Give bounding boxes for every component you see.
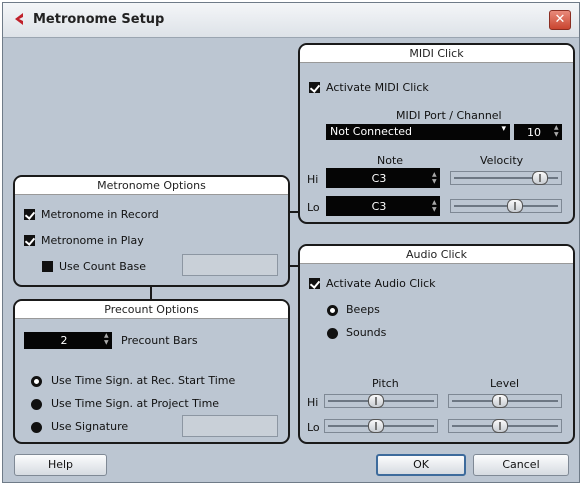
slider-thumb[interactable] xyxy=(507,199,523,213)
precount-bars-value: 2 xyxy=(60,334,68,347)
midi-click-panel: MIDI Click Activate MIDI Click MIDI Port… xyxy=(298,43,575,224)
hi-velocity-slider[interactable] xyxy=(450,171,562,185)
lo-note-value: C3 xyxy=(371,199,387,213)
connector-line xyxy=(290,211,300,213)
title-bar[interactable]: Metronome Setup ✕ xyxy=(3,3,579,38)
precount-bars-stepper[interactable]: 2 ▲ ▼ xyxy=(24,332,112,349)
audio-click-panel: Audio Click Activate Audio Click Beeps S… xyxy=(298,244,575,444)
activate-audio-click-checkbox[interactable] xyxy=(309,278,320,289)
metronome-in-play-checkbox[interactable] xyxy=(24,235,35,246)
metronome-in-record-checkbox[interactable] xyxy=(24,209,35,220)
midi-channel-value: 10 xyxy=(527,125,541,139)
cancel-button[interactable]: Cancel xyxy=(473,454,569,476)
help-button[interactable]: Help xyxy=(14,454,107,476)
activate-midi-click-label: Activate MIDI Click xyxy=(326,81,429,94)
midi-lo-label: Lo xyxy=(307,201,320,214)
audio-hi-label: Hi xyxy=(307,396,319,409)
precount-options-header: Precount Options xyxy=(15,301,288,319)
metronome-options-panel: Metronome Options Metronome in Record Me… xyxy=(13,175,290,287)
close-icon[interactable]: ✕ xyxy=(549,10,571,30)
midi-port-value: Not Connected xyxy=(330,125,413,138)
note-column-label: Note xyxy=(377,154,404,167)
midi-channel-stepper[interactable]: 10 ▲ ▼ xyxy=(514,124,562,140)
beeps-radio[interactable] xyxy=(327,305,338,316)
project-time-radio[interactable] xyxy=(31,399,42,410)
slider-thumb[interactable] xyxy=(492,394,508,408)
connector-line xyxy=(150,287,152,299)
slider-thumb[interactable] xyxy=(532,171,548,185)
lo-level-slider[interactable] xyxy=(448,419,562,433)
activate-audio-click-label: Activate Audio Click xyxy=(326,277,436,290)
lo-velocity-slider[interactable] xyxy=(450,199,562,213)
activate-midi-click-checkbox[interactable] xyxy=(309,82,320,93)
use-count-base-checkbox[interactable] xyxy=(42,261,53,272)
level-column-label: Level xyxy=(490,377,520,390)
midi-click-header: MIDI Click xyxy=(300,45,573,63)
chevron-down-icon: ▾ xyxy=(501,124,506,134)
slider-thumb[interactable] xyxy=(368,394,384,408)
ok-button[interactable]: OK xyxy=(376,454,466,476)
slider-track xyxy=(454,205,558,207)
spin-arrows-icon[interactable]: ▲ ▼ xyxy=(104,332,111,349)
hi-note-value: C3 xyxy=(371,171,387,185)
audio-lo-label: Lo xyxy=(307,421,320,434)
lo-pitch-slider[interactable] xyxy=(324,419,438,433)
hi-pitch-slider[interactable] xyxy=(324,394,438,408)
use-count-base-label: Use Count Base xyxy=(59,260,146,273)
slider-thumb[interactable] xyxy=(492,419,508,433)
spin-arrows-icon[interactable]: ▲ ▼ xyxy=(432,199,439,216)
midi-hi-label: Hi xyxy=(307,173,319,186)
cubase-logo-icon xyxy=(15,13,23,25)
signature-field[interactable] xyxy=(182,415,278,437)
window-title: Metronome Setup xyxy=(33,12,165,27)
beeps-label: Beeps xyxy=(346,303,380,316)
sounds-radio[interactable] xyxy=(327,328,338,339)
use-signature-radio[interactable] xyxy=(31,422,42,433)
velocity-column-label: Velocity xyxy=(480,154,524,167)
rec-start-radio[interactable] xyxy=(31,376,42,387)
hi-level-slider[interactable] xyxy=(448,394,562,408)
count-base-field[interactable] xyxy=(182,254,278,276)
hi-note-stepper[interactable]: C3 ▲ ▼ xyxy=(326,168,440,188)
use-signature-label: Use Signature xyxy=(51,420,129,433)
metronome-in-record-label: Metronome in Record xyxy=(41,208,159,221)
midi-port-channel-label: MIDI Port / Channel xyxy=(396,109,502,122)
precount-bars-label: Precount Bars xyxy=(121,334,198,347)
project-time-label: Use Time Sign. at Project Time xyxy=(51,397,220,410)
lo-note-stepper[interactable]: C3 ▲ ▼ xyxy=(326,196,440,216)
spin-arrows-icon[interactable]: ▲ ▼ xyxy=(432,171,439,188)
metronome-setup-window: Metronome Setup ✕ MIDI Click Activate MI… xyxy=(2,2,580,483)
slider-thumb[interactable] xyxy=(368,419,384,433)
spin-arrows-icon[interactable]: ▲ ▼ xyxy=(554,124,561,140)
audio-click-header: Audio Click xyxy=(300,246,573,264)
precount-options-panel: Precount Options 2 ▲ ▼ Precount Bars Use … xyxy=(13,299,290,444)
sounds-label: Sounds xyxy=(346,326,387,339)
pitch-column-label: Pitch xyxy=(372,377,399,390)
metronome-options-header: Metronome Options xyxy=(15,177,288,195)
metronome-in-play-label: Metronome in Play xyxy=(41,234,144,247)
midi-port-select[interactable]: Not Connected ▾ xyxy=(326,124,510,140)
rec-start-label: Use Time Sign. at Rec. Start Time xyxy=(51,374,236,387)
